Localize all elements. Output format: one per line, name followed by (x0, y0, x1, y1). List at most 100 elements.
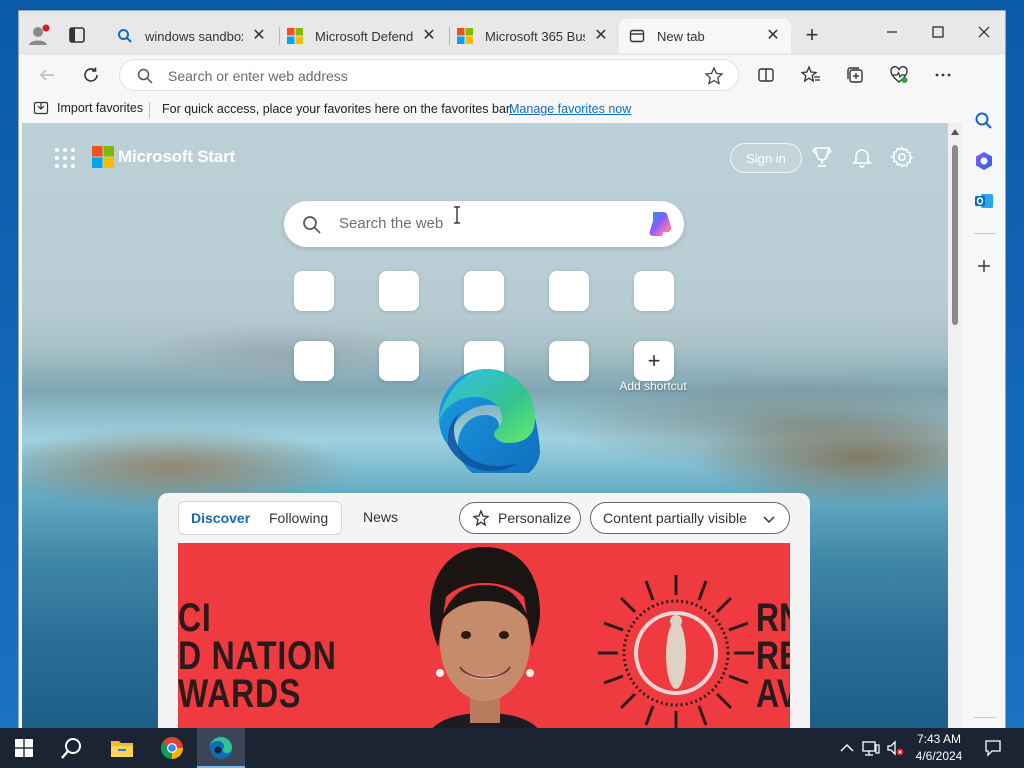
sign-in-button[interactable]: Sign in (730, 143, 802, 173)
sidebar-outlook-icon[interactable] (974, 191, 994, 211)
import-favorites-button[interactable]: Import favorites (33, 100, 143, 116)
network-icon[interactable] (862, 739, 880, 757)
shortcut-tile[interactable] (464, 271, 504, 311)
split-screen-icon[interactable] (752, 61, 780, 89)
sidebar-separator (974, 233, 996, 234)
browser-essentials-icon[interactable] (885, 61, 913, 89)
add-favorite-star-icon[interactable] (704, 66, 724, 86)
tab-new-tab[interactable]: New tab ✕ (619, 19, 791, 53)
tab-strip: windows sandbox download ✕ Microsoft Def… (19, 11, 1005, 55)
feed-segmented-control: Discover Following (178, 501, 342, 535)
content-visibility-dropdown[interactable]: Content partially visible (590, 502, 790, 534)
plus-icon: + (647, 348, 661, 373)
copilot-icon[interactable] (644, 210, 674, 238)
clock-time: 7:43 AM (916, 732, 962, 746)
shortcut-tile[interactable] (549, 341, 589, 381)
hero-person-image (400, 543, 570, 729)
tab-windows-sandbox[interactable]: windows sandbox download ✕ (107, 19, 277, 53)
microsoft-start-title[interactable]: Microsoft Start (118, 147, 235, 167)
manage-favorites-link[interactable]: Manage favorites now (509, 102, 631, 116)
favorites-bar-message: For quick access, place your favorites h… (162, 102, 513, 116)
sparkle-star-icon (472, 509, 490, 527)
add-shortcut-label: Add shortcut (619, 379, 687, 393)
file-explorer-icon[interactable] (98, 728, 146, 768)
tab-label: Microsoft Defender (315, 28, 413, 44)
search-icon (302, 215, 322, 235)
favorites-bar: Import favorites For quick access, place… (19, 95, 1005, 123)
edge-logo-icon (432, 363, 542, 482)
import-favorites-label: Import favorites (57, 101, 144, 115)
start-button[interactable] (0, 728, 48, 768)
minimize-button[interactable] (869, 17, 915, 47)
search-placeholder: Search the web (339, 215, 444, 232)
app-launcher-grid-icon[interactable] (54, 147, 76, 169)
navigation-toolbar: Search or enter web address (19, 55, 1005, 95)
settings-more-icon[interactable] (929, 61, 957, 89)
edge-browser-window: windows sandbox download ✕ Microsoft Def… (18, 10, 1006, 730)
personalize-button[interactable]: Personalize (459, 502, 581, 534)
shortcut-tile[interactable] (294, 341, 334, 381)
shortcut-tile[interactable] (379, 341, 419, 381)
collections-icon[interactable] (841, 61, 869, 89)
tab-following[interactable]: Following (269, 510, 328, 526)
address-bar[interactable]: Search or enter web address (119, 59, 739, 91)
search-icon (117, 28, 133, 44)
add-shortcut-button[interactable]: + (634, 341, 674, 381)
close-tab-icon[interactable]: ✕ (421, 28, 437, 44)
chrome-icon[interactable] (148, 728, 196, 768)
action-center-notification-icon[interactable] (984, 739, 1002, 757)
scroll-up-arrow-icon[interactable] (951, 129, 959, 135)
refresh-button[interactable] (77, 61, 105, 89)
search-icon (136, 67, 154, 85)
page-scrollbar[interactable] (948, 123, 962, 729)
shortcut-tile[interactable] (379, 271, 419, 311)
tab-label: New tab (657, 28, 705, 44)
web-search-box[interactable]: Search the web (284, 201, 684, 247)
content-feed-panel: Discover Following News Personalize Cont… (158, 493, 810, 729)
rewards-trophy-icon[interactable] (810, 145, 836, 171)
shortcut-tile[interactable] (634, 271, 674, 311)
page-settings-gear-icon[interactable] (890, 145, 916, 171)
tab-actions-icon[interactable] (67, 25, 87, 45)
sidebar-designer-icon[interactable] (974, 151, 994, 171)
tab-discover[interactable]: Discover (191, 510, 250, 526)
tab-microsoft-365[interactable]: Microsoft 365 Business ✕ (447, 19, 619, 53)
hero-backdrop-text-left: CI D NATION WARDS (178, 596, 337, 716)
hero-news-card[interactable]: CI D NATION WARDS R R A (178, 543, 790, 729)
text-cursor-icon (452, 206, 462, 224)
personalize-label: Personalize (498, 510, 572, 526)
hero-backdrop-text-right: RN RE AV (756, 596, 790, 716)
address-bar-placeholder: Search or enter web address (168, 68, 348, 84)
close-window-button[interactable] (961, 17, 1005, 47)
close-tab-icon[interactable]: ✕ (251, 28, 267, 44)
close-tab-icon[interactable]: ✕ (593, 28, 609, 44)
award-seal-image (596, 573, 756, 729)
new-tab-page: Microsoft Start Sign in Search the web +… (22, 123, 948, 729)
edge-sidebar (962, 55, 1005, 729)
new-tab-page-icon (629, 28, 645, 44)
new-tab-button[interactable]: + (801, 24, 823, 47)
profile-avatar-icon[interactable] (27, 23, 51, 47)
sidebar-search-icon[interactable] (974, 111, 994, 131)
back-button[interactable] (33, 61, 61, 89)
windows-taskbar: 7:43 AM 4/6/2024 (0, 728, 1024, 768)
scrollbar-thumb[interactable] (952, 145, 958, 325)
taskbar-search-icon[interactable] (48, 728, 96, 768)
shortcut-tile[interactable] (549, 271, 589, 311)
content-visibility-label: Content partially visible (603, 510, 747, 526)
show-hidden-icons-chevron-icon[interactable] (838, 739, 856, 757)
tab-microsoft-defender[interactable]: Microsoft Defender ✕ (277, 19, 447, 53)
close-tab-icon[interactable]: ✕ (765, 28, 781, 44)
sidebar-separator (974, 717, 996, 718)
microsoft-logo-icon (287, 28, 303, 44)
sidebar-add-icon[interactable] (974, 256, 994, 276)
favorites-icon[interactable] (797, 61, 825, 89)
maximize-button[interactable] (915, 17, 961, 47)
volume-muted-icon[interactable] (886, 739, 904, 757)
tab-label: windows sandbox download (145, 28, 243, 44)
notifications-bell-icon[interactable] (850, 145, 876, 171)
shortcut-tile[interactable] (294, 271, 334, 311)
tab-news[interactable]: News (363, 509, 398, 525)
edge-taskbar-icon[interactable] (197, 728, 245, 768)
taskbar-clock[interactable]: 7:43 AM 4/6/2024 (906, 731, 972, 765)
